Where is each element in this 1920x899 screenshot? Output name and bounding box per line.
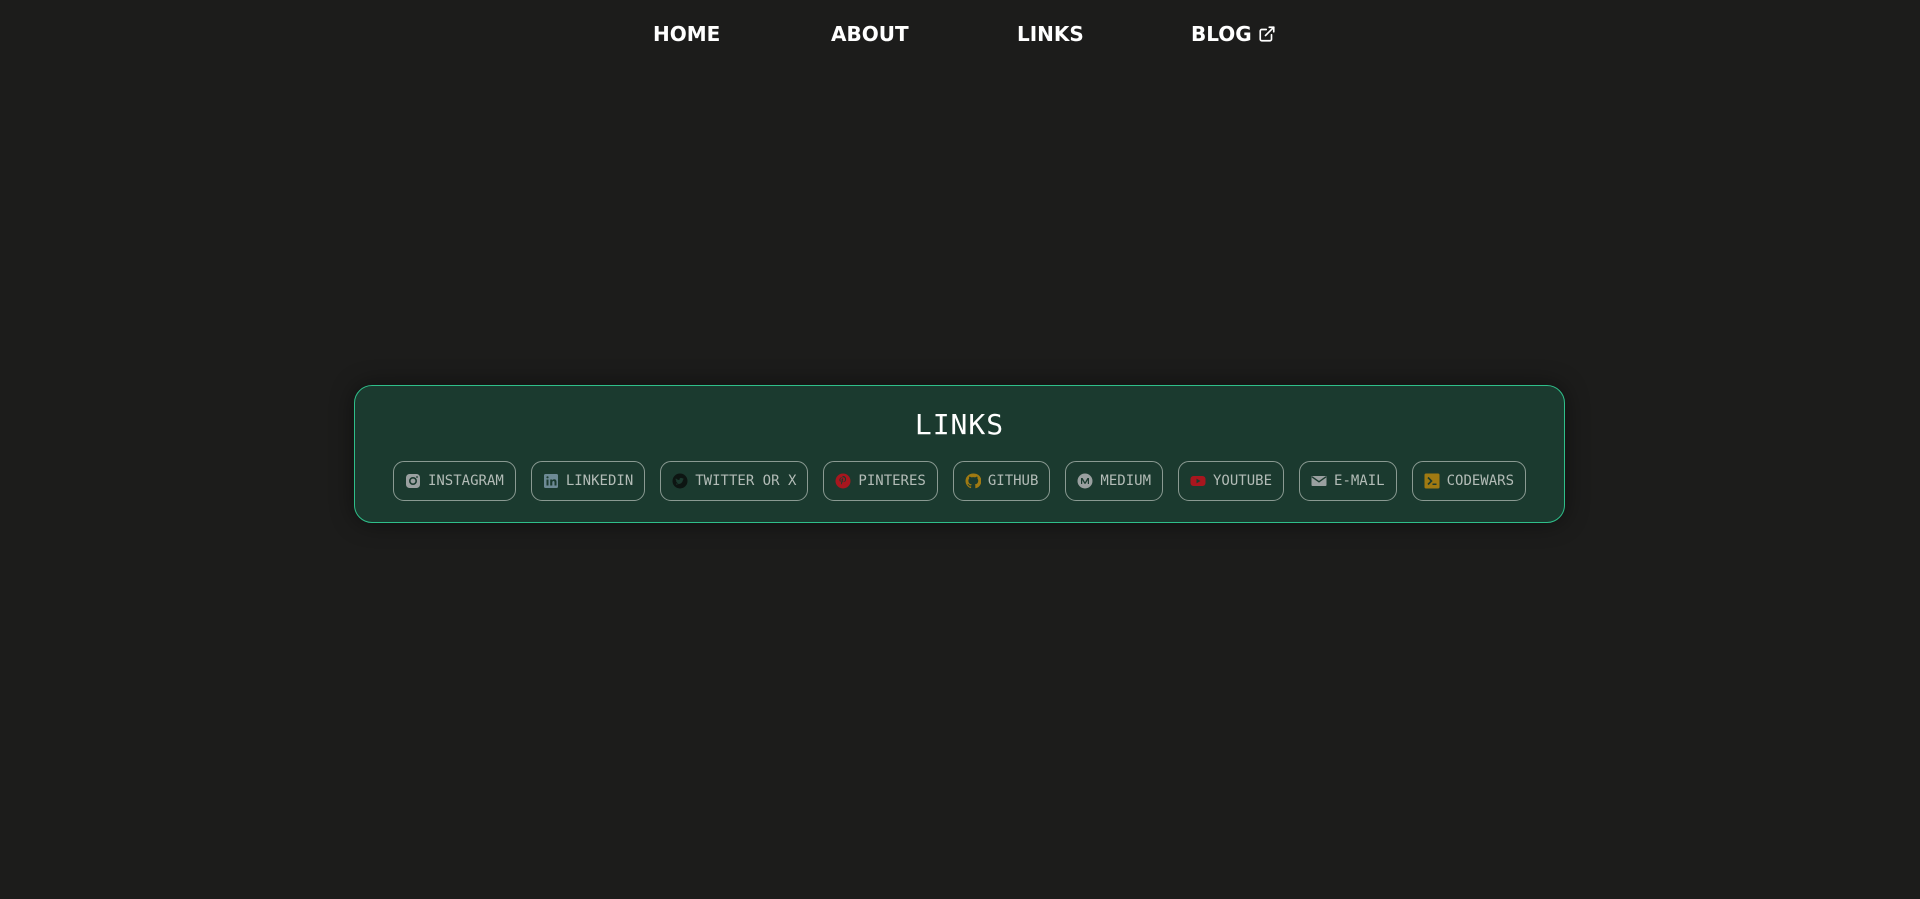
pinterest-link-label: PINTERES <box>858 473 926 489</box>
instagram-icon <box>405 474 420 488</box>
nav-blog-label: BLOG <box>1191 22 1252 46</box>
instagram-link-label: INSTAGRAM <box>427 473 504 489</box>
links-title: LINKS <box>914 408 1005 441</box>
links-card: LINKS INSTAGRAM LINKEDIN TWITTER OR X PI… <box>354 385 1565 523</box>
codewars-icon <box>1424 473 1440 489</box>
codewars-link-label: CODEWARS <box>1446 473 1515 489</box>
twitter-icon <box>672 473 688 489</box>
top-navigation: HOME ABOUT LINKS BLOG <box>0 20 1920 48</box>
email-link-label: E-MAIL <box>1334 473 1385 489</box>
github-link-button[interactable]: GITHUB <box>952 461 1051 501</box>
twitter-link-button[interactable]: TWITTER OR X <box>660 461 809 501</box>
pinterest-link-button[interactable]: PINTERES <box>823 461 938 501</box>
medium-link-label: MEDIUM <box>1100 473 1151 489</box>
nav-about-link[interactable]: ABOUT <box>831 20 909 48</box>
twitter-link-label: TWITTER OR X <box>695 473 797 489</box>
pinterest-icon <box>835 473 851 489</box>
linkedin-icon <box>543 474 558 488</box>
github-icon <box>965 473 981 489</box>
email-link-button[interactable]: E-MAIL <box>1299 461 1397 501</box>
medium-link-button[interactable]: MEDIUM <box>1065 461 1163 501</box>
github-link-label: GITHUB <box>987 473 1039 489</box>
nav-home-link[interactable]: HOME <box>653 20 720 48</box>
external-link-icon <box>1259 25 1275 42</box>
youtube-link-button[interactable]: YOUTUBE <box>1178 461 1285 501</box>
youtube-icon <box>1190 476 1206 486</box>
codewars-link-button[interactable]: CODEWARS <box>1411 461 1527 501</box>
linkedin-link-label: LINKEDIN <box>565 473 634 489</box>
nav-links-link[interactable]: LINKS <box>1017 20 1084 48</box>
email-icon <box>1311 476 1327 486</box>
instagram-link-button[interactable]: INSTAGRAM <box>392 461 516 501</box>
links-list: INSTAGRAM LINKEDIN TWITTER OR X PINTERES… <box>355 461 1564 501</box>
medium-icon <box>1077 473 1093 489</box>
youtube-link-label: YOUTUBE <box>1213 473 1273 489</box>
linkedin-link-button[interactable]: LINKEDIN <box>530 461 646 501</box>
nav-blog-link[interactable]: BLOG <box>1191 20 1276 48</box>
